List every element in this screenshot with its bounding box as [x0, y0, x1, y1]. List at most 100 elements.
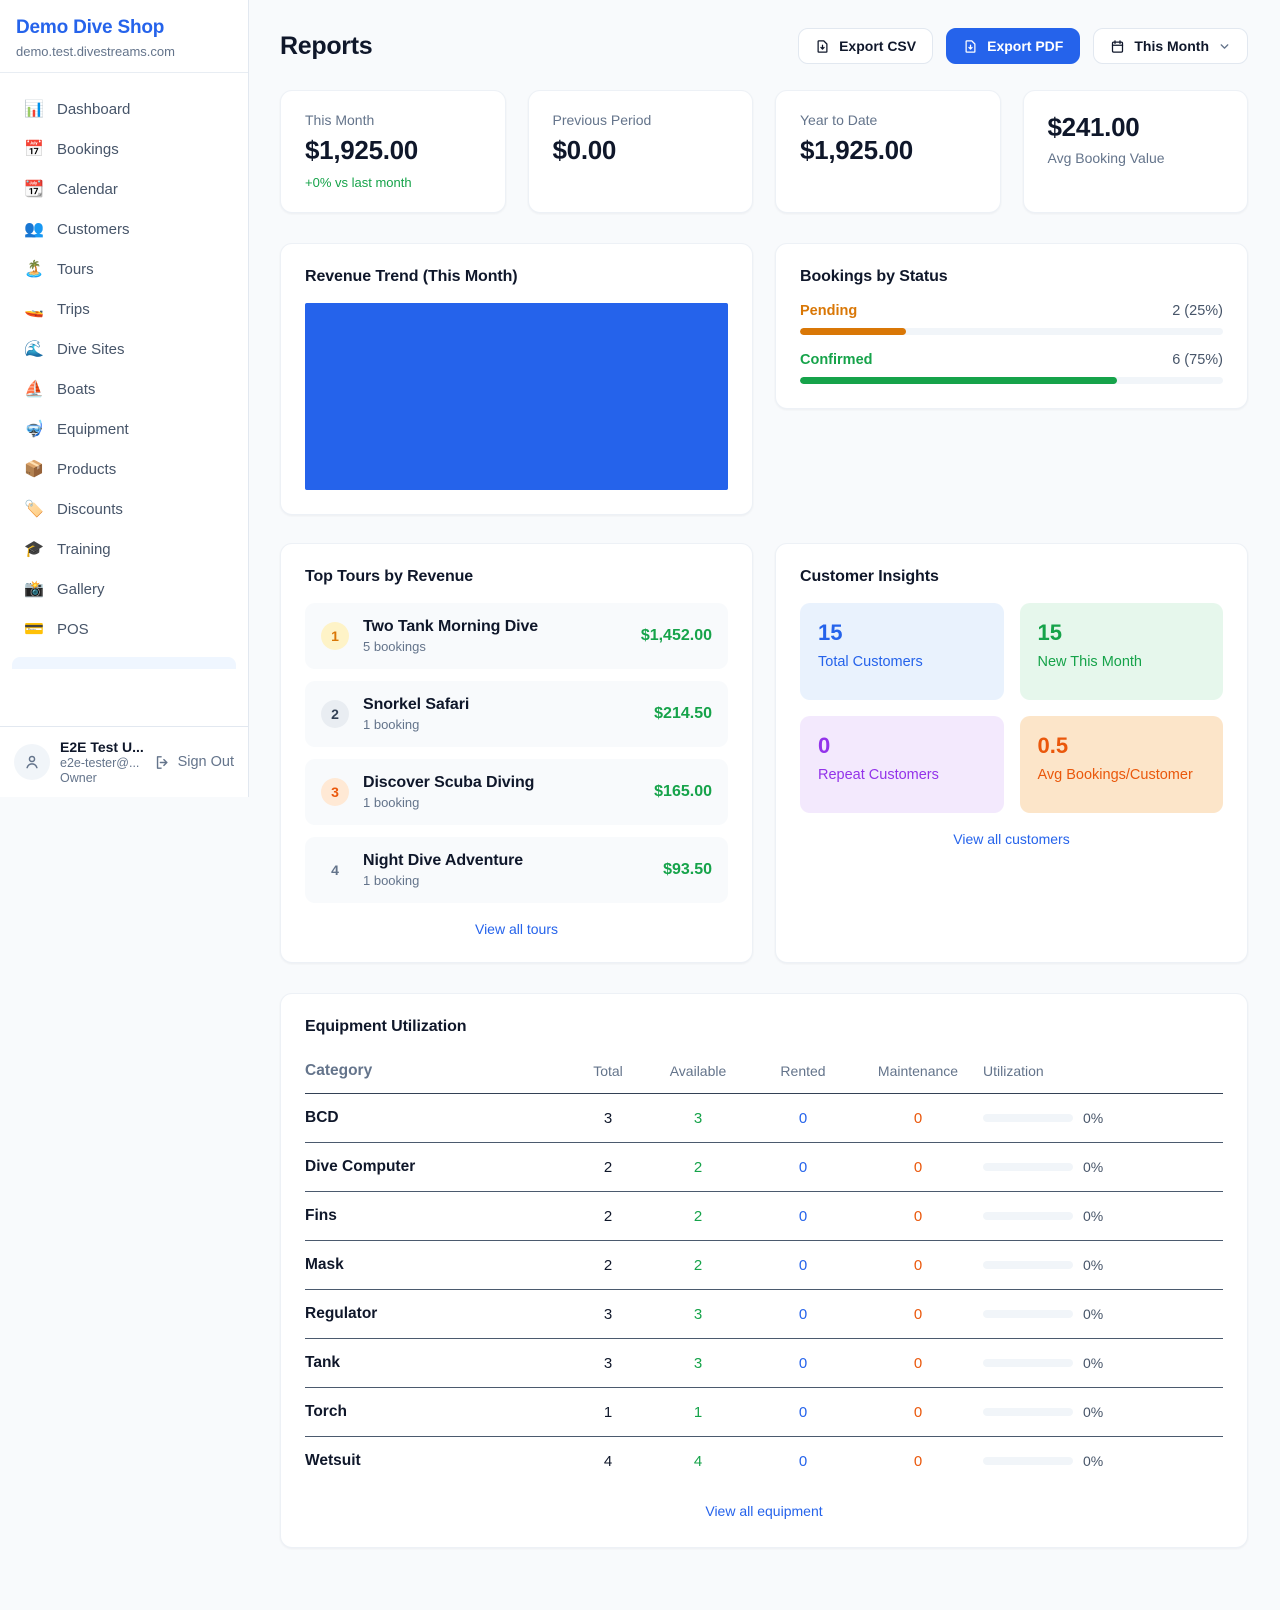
cell-utilization: 0%	[983, 1306, 1223, 1322]
cell-category: BCD	[305, 1109, 573, 1127]
cell-maintenance: 0	[853, 1355, 983, 1372]
diving-mask-icon: 🤿	[24, 419, 44, 439]
stat-label: Previous Period	[553, 112, 729, 128]
speedboat-icon: 🚤	[24, 299, 44, 319]
view-all-customers-link[interactable]: View all customers	[800, 831, 1223, 847]
sidebar-item-equipment[interactable]: 🤿 Equipment	[12, 409, 236, 449]
header-actions: Export CSV Export PDF This Month	[798, 28, 1248, 64]
sign-out-button[interactable]: Sign Out	[154, 754, 234, 771]
cell-total: 2	[573, 1208, 643, 1225]
sidebar-item-boats[interactable]: ⛵ Boats	[12, 369, 236, 409]
utilization-percent: 0%	[1083, 1404, 1103, 1420]
utilization-bar	[983, 1408, 1073, 1416]
cell-available: 4	[643, 1453, 753, 1470]
utilization-percent: 0%	[1083, 1355, 1103, 1371]
sidebar-item-gallery[interactable]: 📸 Gallery	[12, 569, 236, 609]
sidebar-item-tours[interactable]: 🏝️ Tours	[12, 249, 236, 289]
tour-name: Snorkel Safari	[363, 696, 640, 714]
sidebar-item-dive-sites[interactable]: 🌊 Dive Sites	[12, 329, 236, 369]
cell-rented: 0	[753, 1355, 853, 1372]
sidebar-item-pos[interactable]: 💳 POS	[12, 609, 236, 649]
credit-card-icon: 💳	[24, 619, 44, 639]
logout-icon	[154, 754, 171, 771]
cell-category: Tank	[305, 1354, 573, 1372]
customer-insights-title: Customer Insights	[800, 568, 1223, 586]
sidebar-item-training[interactable]: 🎓 Training	[12, 529, 236, 569]
cell-utilization: 0%	[983, 1208, 1223, 1224]
sidebar-item-bookings[interactable]: 📅 Bookings	[12, 129, 236, 169]
cell-rented: 0	[753, 1404, 853, 1421]
status-label: Confirmed	[800, 352, 873, 368]
utilization-bar	[983, 1114, 1073, 1122]
rank-badge: 1	[321, 622, 349, 650]
utilization-bar	[983, 1212, 1073, 1220]
view-all-tours-link[interactable]: View all tours	[305, 921, 728, 937]
revenue-trend-panel: Revenue Trend (This Month)	[280, 243, 753, 515]
tile-label: New This Month	[1038, 654, 1206, 670]
stat-value: $1,925.00	[800, 135, 976, 166]
shop-domain: demo.test.divestreams.com	[16, 44, 232, 59]
sidebar-header: Demo Dive Shop demo.test.divestreams.com	[0, 0, 248, 73]
status-label: Pending	[800, 303, 857, 319]
export-pdf-button[interactable]: Export PDF	[946, 28, 1080, 64]
cell-maintenance: 0	[853, 1404, 983, 1421]
export-csv-button[interactable]: Export CSV	[798, 28, 933, 64]
sidebar-item-customers[interactable]: 👥 Customers	[12, 209, 236, 249]
bookings-by-status-title: Bookings by Status	[800, 268, 1223, 286]
cell-available: 3	[643, 1306, 753, 1323]
list-item[interactable]: 3 Discover Scuba Diving 1 booking $165.0…	[305, 759, 728, 825]
column-header-available: Available	[643, 1063, 753, 1079]
cell-available: 1	[643, 1404, 753, 1421]
revenue-trend-chart	[305, 303, 728, 490]
column-header-utilization: Utilization	[983, 1063, 1223, 1079]
top-tours-panel: Top Tours by Revenue 1 Two Tank Morning …	[280, 543, 753, 963]
cell-utilization: 0%	[983, 1159, 1223, 1175]
tour-name: Discover Scuba Diving	[363, 774, 640, 792]
camera-icon: 📸	[24, 579, 44, 599]
stats-row: This Month $1,925.00 +0% vs last month P…	[280, 90, 1248, 213]
tour-name: Two Tank Morning Dive	[363, 618, 627, 636]
sidebar-item-label: Tours	[57, 261, 94, 278]
person-icon	[23, 753, 41, 771]
sidebar-item-label: POS	[57, 621, 89, 638]
dashboard-icon: 📊	[24, 99, 44, 119]
sidebar-item-dashboard[interactable]: 📊 Dashboard	[12, 89, 236, 129]
period-select[interactable]: This Month	[1093, 28, 1248, 64]
cell-total: 3	[573, 1306, 643, 1323]
insight-tiles: 15 Total Customers 15 New This Month 0 R…	[800, 603, 1223, 813]
cell-category: Torch	[305, 1403, 573, 1421]
list-item[interactable]: 1 Two Tank Morning Dive 5 bookings $1,45…	[305, 603, 728, 669]
sign-out-label: Sign Out	[178, 754, 234, 770]
package-icon: 📦	[24, 459, 44, 479]
status-bar-track	[800, 377, 1223, 384]
rank-badge: 2	[321, 700, 349, 728]
cell-utilization: 0%	[983, 1404, 1223, 1420]
cell-category: Wetsuit	[305, 1452, 573, 1470]
table-row: Regulator 3 3 0 0 0%	[305, 1290, 1223, 1339]
view-all-equipment-link[interactable]: View all equipment	[305, 1503, 1223, 1519]
cell-maintenance: 0	[853, 1453, 983, 1470]
cell-maintenance: 0	[853, 1159, 983, 1176]
cell-maintenance: 0	[853, 1257, 983, 1274]
sidebar-item-discounts[interactable]: 🏷️ Discounts	[12, 489, 236, 529]
file-download-icon	[815, 39, 830, 54]
tour-list: 1 Two Tank Morning Dive 5 bookings $1,45…	[305, 603, 728, 903]
sidebar-item-calendar[interactable]: 📆 Calendar	[12, 169, 236, 209]
list-item[interactable]: 2 Snorkel Safari 1 booking $214.50	[305, 681, 728, 747]
sidebar-item-label: Calendar	[57, 181, 118, 198]
sidebar-item-reports-active[interactable]	[12, 657, 236, 669]
cell-rented: 0	[753, 1453, 853, 1470]
rank-badge: 4	[321, 856, 349, 884]
cell-total: 2	[573, 1257, 643, 1274]
tour-meta: Discover Scuba Diving 1 booking	[363, 774, 640, 810]
sidebar-item-trips[interactable]: 🚤 Trips	[12, 289, 236, 329]
tile-new-this-month: 15 New This Month	[1020, 603, 1224, 700]
tour-bookings: 1 booking	[363, 873, 649, 888]
sidebar-item-products[interactable]: 📦 Products	[12, 449, 236, 489]
table-row: Tank 3 3 0 0 0%	[305, 1339, 1223, 1388]
table-row: Torch 1 1 0 0 0%	[305, 1388, 1223, 1437]
list-item[interactable]: 4 Night Dive Adventure 1 booking $93.50	[305, 837, 728, 903]
cell-available: 3	[643, 1355, 753, 1372]
equipment-utilization-panel: Equipment Utilization Category Total Ava…	[280, 993, 1248, 1548]
status-count: 6 (75%)	[1172, 352, 1223, 368]
